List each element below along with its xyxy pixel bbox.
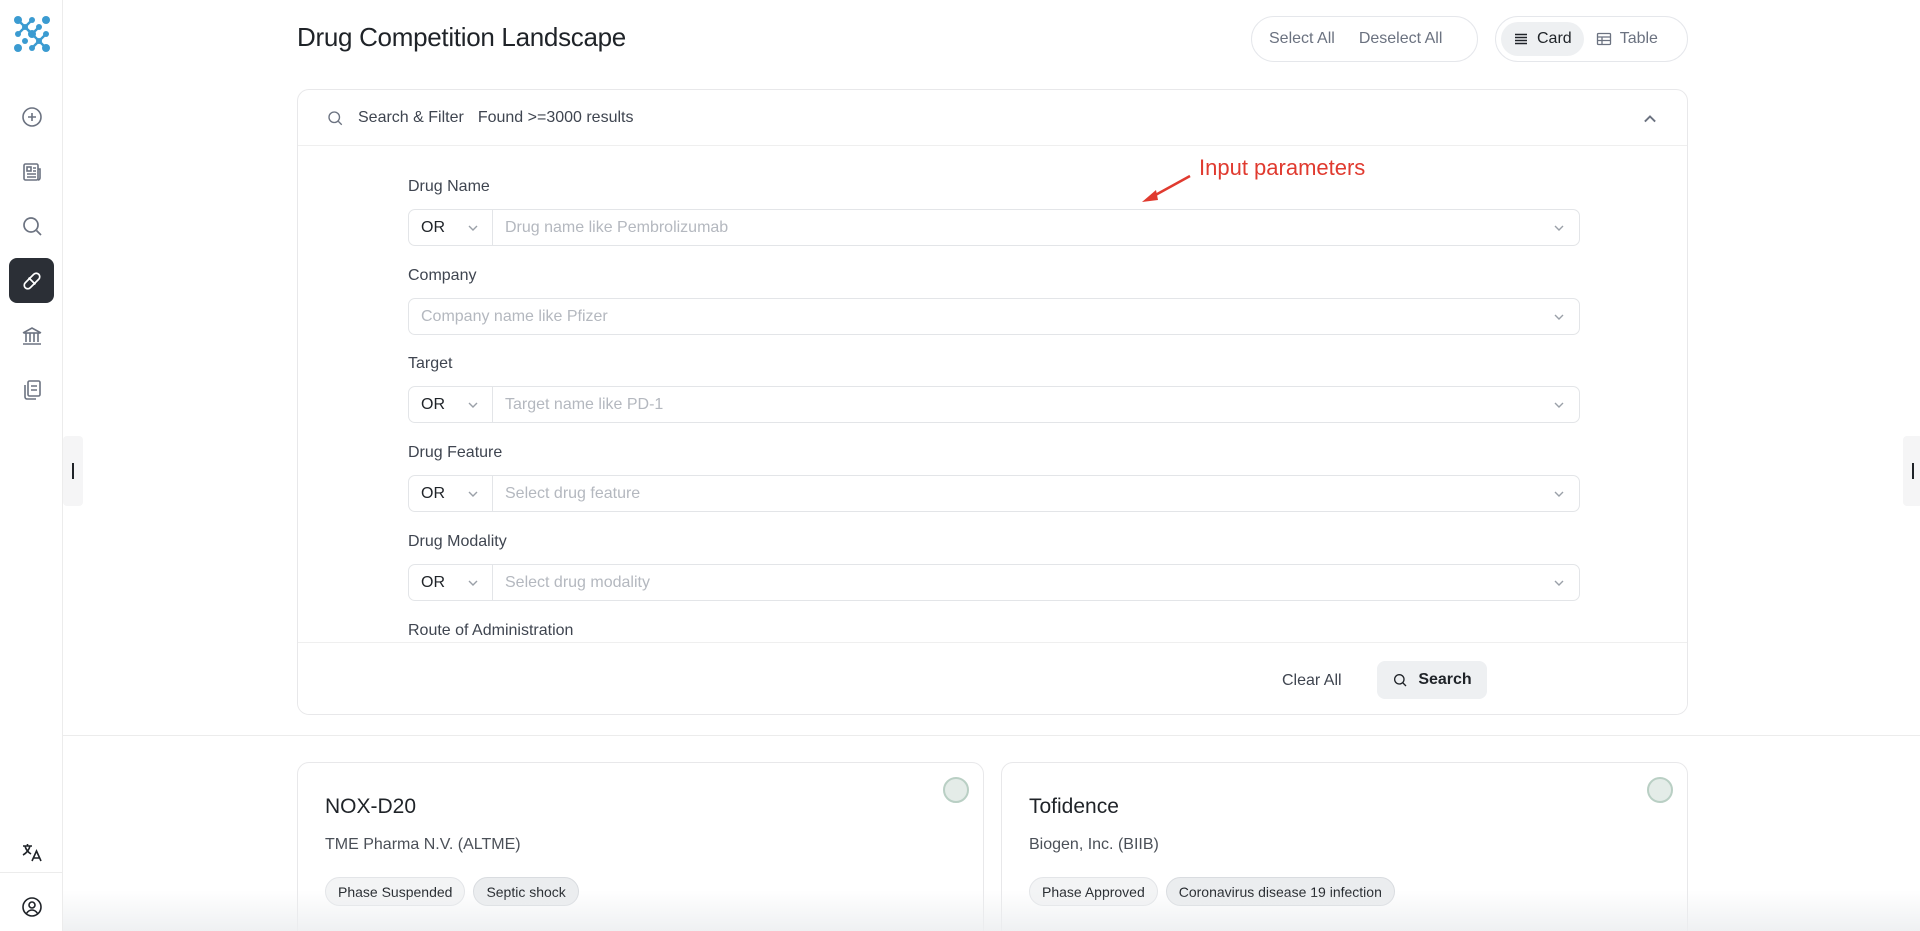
drug-card[interactable]: NOX-D20 TME Pharma N.V. (ALTME) Phase Su… (297, 762, 984, 931)
sidebar (0, 0, 63, 931)
annotation-label: Input parameters (1199, 155, 1366, 180)
search-icon (22, 216, 42, 236)
chevron-down-icon (1554, 225, 1564, 231)
card-tags: Phase Suspended Septic shock (325, 877, 579, 906)
pill-icon (22, 271, 41, 290)
drug-name-label: Drug Name (408, 178, 490, 195)
card-tags: Phase Approved Coronavirus disease 19 in… (1029, 877, 1395, 906)
plus-circle-icon (21, 106, 42, 127)
drug-name-operator[interactable]: OR (409, 210, 493, 245)
chevron-down-icon (1554, 580, 1564, 586)
drug-modality-label: Drug Modality (408, 533, 507, 550)
drug-modality-field: OR (408, 564, 1580, 601)
drug-name-input[interactable] (493, 210, 1539, 245)
clear-all-button[interactable]: Clear All (1282, 663, 1342, 699)
right-panel-toggle[interactable] (1903, 436, 1920, 506)
chevron-down-icon (468, 225, 478, 231)
table-view-label: Table (1619, 30, 1658, 47)
drug-name-operator-value: OR (421, 218, 445, 236)
chevron-up-icon[interactable] (1641, 110, 1659, 128)
drug-company: Biogen, Inc. (BIIB) (1029, 836, 1159, 853)
target-label: Target (408, 355, 453, 372)
annotation-arrow-icon (1142, 174, 1191, 202)
search-icon (1394, 674, 1407, 687)
search-button-label: Search (1418, 671, 1472, 688)
sidebar-item-search[interactable] (9, 203, 54, 248)
drug-feature-field: OR (408, 475, 1580, 512)
list-icon (1515, 33, 1527, 45)
bank-icon (22, 326, 41, 345)
target-operator[interactable]: OR (409, 387, 493, 422)
sidebar-item-documents[interactable] (9, 367, 54, 412)
drug-feature-input[interactable] (493, 476, 1539, 511)
target-field: OR (408, 386, 1580, 423)
chevron-down-icon (468, 402, 478, 408)
copy-icon (23, 379, 41, 400)
drug-feature-operator[interactable]: OR (409, 476, 493, 511)
indication-tag: Septic shock (473, 877, 579, 906)
select-all-button[interactable]: Select All (1257, 22, 1347, 56)
phase-tag: Phase Suspended (325, 877, 466, 906)
search-filter-panel: Search & Filter Found >=3000 results Dru… (297, 89, 1688, 715)
chevron-down-icon (468, 580, 478, 586)
drug-feature-dropdown[interactable] (1539, 487, 1579, 501)
indication-tag: Coronavirus disease 19 infection (1165, 877, 1395, 906)
filter-footer: Clear All Search (298, 642, 1687, 714)
drug-modality-operator-value: OR (421, 573, 445, 591)
sidebar-item-news[interactable] (9, 149, 54, 194)
target-operator-value: OR (421, 395, 445, 413)
account-button[interactable] (9, 884, 54, 929)
user-circle-icon (21, 896, 42, 917)
drug-name: Tofidence (1029, 795, 1119, 818)
drug-modality-input[interactable] (493, 565, 1539, 600)
drug-feature-operator-value: OR (421, 484, 445, 502)
search-icon (328, 110, 343, 125)
route-label: Route of Administration (408, 622, 574, 639)
company-input[interactable] (409, 299, 1539, 334)
drug-feature-label: Drug Feature (408, 444, 503, 461)
company-field (408, 298, 1580, 335)
target-dropdown[interactable] (1539, 398, 1579, 412)
chevron-down-icon (1554, 491, 1564, 497)
table-icon (1596, 32, 1611, 46)
deselect-all-button[interactable]: Deselect All (1347, 22, 1455, 56)
sidebar-item-institutions[interactable] (9, 313, 54, 358)
card-view-label: Card (1537, 30, 1572, 47)
drug-company: TME Pharma N.V. (ALTME) (325, 836, 521, 853)
selection-controls: Select All Deselect All (1251, 16, 1478, 62)
chevron-down-icon (1554, 314, 1564, 320)
newspaper-icon (22, 162, 41, 181)
chevron-down-icon (468, 491, 478, 497)
drug-name: NOX-D20 (325, 795, 417, 818)
target-input[interactable] (493, 387, 1539, 422)
drug-modality-dropdown[interactable] (1539, 576, 1579, 590)
left-panel-toggle[interactable] (63, 436, 83, 506)
table-view-button[interactable]: Table (1584, 22, 1670, 56)
company-dropdown[interactable] (1539, 310, 1579, 324)
phase-tag: Phase Approved (1029, 877, 1158, 906)
filter-title: Search & Filter (358, 108, 464, 126)
card-view-button[interactable]: Card (1501, 22, 1584, 56)
search-button[interactable]: Search (1377, 661, 1487, 699)
company-label: Company (408, 267, 477, 284)
filter-body: Drug Name OR Company Target OR Drug (298, 146, 1687, 642)
drug-modality-operator[interactable]: OR (409, 565, 493, 600)
chevron-down-icon (1554, 402, 1564, 408)
result-count: Found >=3000 results (477, 108, 634, 126)
drug-name-dropdown[interactable] (1539, 221, 1579, 235)
page-title: Drug Competition Landscape (297, 22, 626, 52)
card-select-checkbox[interactable] (1647, 777, 1673, 803)
drug-name-field: OR (408, 209, 1580, 246)
translate-icon (22, 843, 42, 861)
sidebar-item-drugs[interactable] (9, 258, 54, 303)
sidebar-item-new[interactable] (9, 94, 54, 139)
drug-card[interactable]: Tofidence Biogen, Inc. (BIIB) Phase Appr… (1001, 762, 1688, 931)
card-select-checkbox[interactable] (943, 777, 969, 803)
app-logo-icon[interactable] (12, 14, 52, 54)
filter-header[interactable]: Search & Filter Found >=3000 results (298, 90, 1687, 146)
sidebar-divider (0, 872, 63, 873)
section-divider (63, 735, 1920, 736)
view-toggle: Card Table (1495, 16, 1688, 62)
language-button[interactable] (9, 829, 54, 874)
